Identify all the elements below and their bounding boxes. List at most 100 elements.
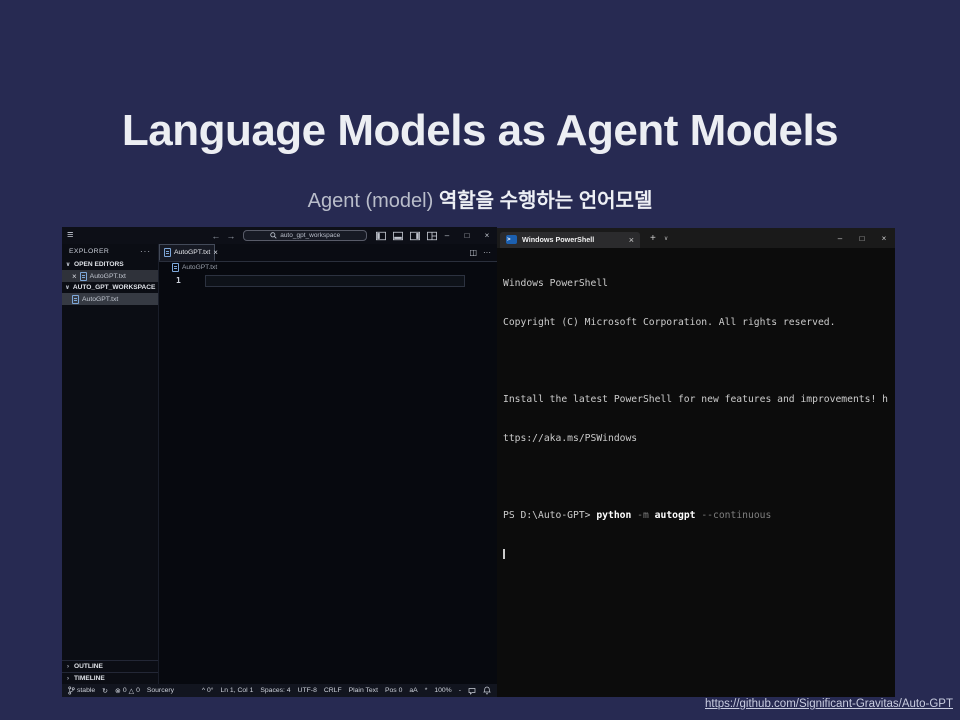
file-icon (80, 272, 87, 281)
explorer-header: EXPLORER ··· (62, 244, 158, 259)
terminal-line: Copyright (C) Microsoft Corporation. All… (503, 317, 895, 330)
slide-subtitle: Agent (model) 역할을 수행하는 언어모델 (0, 184, 960, 213)
restore-icon[interactable]: □ (457, 231, 477, 240)
explorer-more-icon[interactable]: ··· (140, 247, 151, 256)
split-editor-icon[interactable]: ◫ (469, 248, 477, 257)
file-icon (72, 295, 79, 304)
screenshot-region: ≡ ← → auto_gpt_workspace (62, 227, 895, 697)
zoom-level[interactable]: 100% (434, 687, 451, 694)
new-tab-icon[interactable]: + (650, 233, 656, 244)
language-mode[interactable]: Plain Text (349, 687, 378, 694)
feedback-icon[interactable] (468, 687, 476, 695)
indent-status[interactable]: ^ 0° (202, 687, 214, 694)
open-editor-item[interactable]: × AutoGPT.txt (62, 270, 158, 282)
editor-pane[interactable]: 1 (159, 273, 497, 684)
powershell-icon: > (506, 235, 517, 244)
vscode-window-controls: – □ × (437, 231, 497, 240)
tab-autogpt-txt[interactable]: AutoGPT.txt × (159, 244, 215, 261)
customize-layout-icon[interactable] (427, 231, 437, 241)
toggle-sidebar-icon[interactable] (376, 231, 386, 241)
toggle-secondary-sidebar-icon[interactable] (410, 231, 420, 241)
vscode-statusbar: stable ↻ ⊗ 0 △ 0 Sourcery ^ 0° Ln 1, Col… (62, 684, 497, 697)
workspace-filename: AutoGPT.txt (82, 296, 118, 303)
case-toggle[interactable]: aA (409, 687, 417, 694)
subtitle-english: Agent (model) (308, 190, 439, 212)
open-editors-label: OPEN EDITORS (74, 261, 124, 268)
breadcrumb-filename: AutoGPT.txt (182, 264, 217, 271)
terminal-output[interactable]: Windows PowerShell Copyright (C) Microso… (497, 248, 895, 697)
close-icon[interactable]: × (873, 234, 895, 243)
editor-tabbar: AutoGPT.txt × ◫ ··· (159, 244, 497, 262)
breadcrumb[interactable]: AutoGPT.txt (159, 262, 497, 273)
more-actions-icon[interactable]: ··· (483, 248, 491, 257)
page-title: Language Models as Agent Models (0, 106, 960, 156)
close-tab-icon[interactable]: × (629, 235, 634, 245)
outline-section[interactable]: › OUTLINE (62, 660, 158, 672)
sourcery-status[interactable]: Sourcery (147, 687, 174, 694)
tab-dropdown-icon[interactable]: ∨ (664, 235, 668, 242)
open-editors-section[interactable]: ∨ OPEN EDITORS (62, 259, 158, 270)
chevron-right-icon: › (65, 664, 71, 670)
command-python: python (596, 510, 637, 521)
search-value: auto_gpt_workspace (280, 232, 340, 239)
minimize-icon[interactable]: – (437, 231, 457, 240)
error-count: 0 (123, 687, 127, 694)
problems-indicator[interactable]: ⊗ 0 △ 0 (115, 687, 140, 695)
dash-indicator: - (459, 687, 461, 694)
terminal-line: Install the latest PowerShell for new fe… (503, 394, 895, 407)
workspace-label: AUTO_GPT_WORKSPACE (73, 284, 156, 291)
close-editor-icon[interactable]: × (72, 272, 77, 281)
terminal-window-controls: – □ × (829, 234, 895, 243)
terminal-blank-line (503, 355, 895, 368)
branch-indicator[interactable]: stable (68, 686, 95, 695)
file-icon (172, 263, 179, 272)
powershell-tab[interactable]: > Windows PowerShell × (500, 232, 640, 248)
outline-label: OUTLINE (74, 663, 103, 670)
indentation-status[interactable]: Spaces: 4 (260, 687, 290, 694)
error-icon: ⊗ (115, 687, 121, 695)
toggle-panel-icon[interactable] (393, 231, 403, 241)
chevron-down-icon: ∨ (65, 261, 71, 268)
forward-icon[interactable]: → (226, 231, 235, 241)
timeline-section[interactable]: › TIMELINE (62, 672, 158, 684)
minimize-icon[interactable]: – (829, 234, 851, 243)
notifications-bell-icon[interactable] (483, 686, 491, 695)
eol-status[interactable]: CRLF (324, 687, 342, 694)
nav-history: ← → (211, 231, 235, 241)
slide: Language Models as Agent Models Agent (m… (0, 0, 960, 720)
encoding-status[interactable]: UTF-8 (298, 687, 317, 694)
terminal-command-line: PS D:\Auto-GPT> python -m autogpt --cont… (503, 510, 895, 523)
workspace-section[interactable]: ∨ AUTO_GPT_WORKSPACE (62, 282, 158, 293)
prompt: PS D:\Auto-GPT> (503, 510, 596, 521)
github-link[interactable]: https://github.com/Significant-Gravitas/… (705, 698, 953, 710)
sync-icon[interactable]: ↻ (102, 687, 108, 695)
pos-status[interactable]: Pos 0 (385, 687, 402, 694)
param-continuous: --continuous (701, 510, 771, 521)
warning-count: 0 (136, 687, 140, 694)
cursor-position[interactable]: Ln 1, Col 1 (220, 687, 253, 694)
sidebar-spacer (62, 305, 158, 660)
branch-name: stable (77, 687, 95, 694)
current-line-highlight[interactable] (205, 275, 465, 287)
terminal-blank-line (503, 471, 895, 484)
menu-icon[interactable]: ≡ (67, 230, 73, 241)
explorer-title: EXPLORER (69, 248, 109, 255)
search-icon (270, 232, 277, 239)
subtitle-korean: 역할을 수행하는 언어모델 (439, 190, 653, 212)
close-tab-icon[interactable]: × (213, 248, 218, 257)
chevron-right-icon: › (65, 676, 71, 682)
command-center-search[interactable]: auto_gpt_workspace (243, 230, 367, 241)
star-indicator[interactable]: * (425, 687, 428, 694)
file-icon (164, 248, 171, 257)
editor-group: AutoGPT.txt × ◫ ··· AutoGPT.txt 1 (159, 244, 497, 684)
workspace-file-item[interactable]: AutoGPT.txt (62, 293, 158, 305)
back-icon[interactable]: ← (211, 231, 220, 241)
tab-title: Windows PowerShell (522, 235, 594, 244)
explorer-sidebar: EXPLORER ··· ∨ OPEN EDITORS × AutoGPT.tx… (62, 244, 159, 684)
vscode-titlebar: ≡ ← → auto_gpt_workspace (62, 227, 497, 244)
close-icon[interactable]: × (477, 231, 497, 240)
layout-controls (376, 231, 437, 241)
maximize-icon[interactable]: □ (851, 234, 873, 243)
powershell-window: > Windows PowerShell × + ∨ – □ × Windows… (497, 228, 895, 697)
tab-label: AutoGPT.txt (174, 249, 210, 256)
